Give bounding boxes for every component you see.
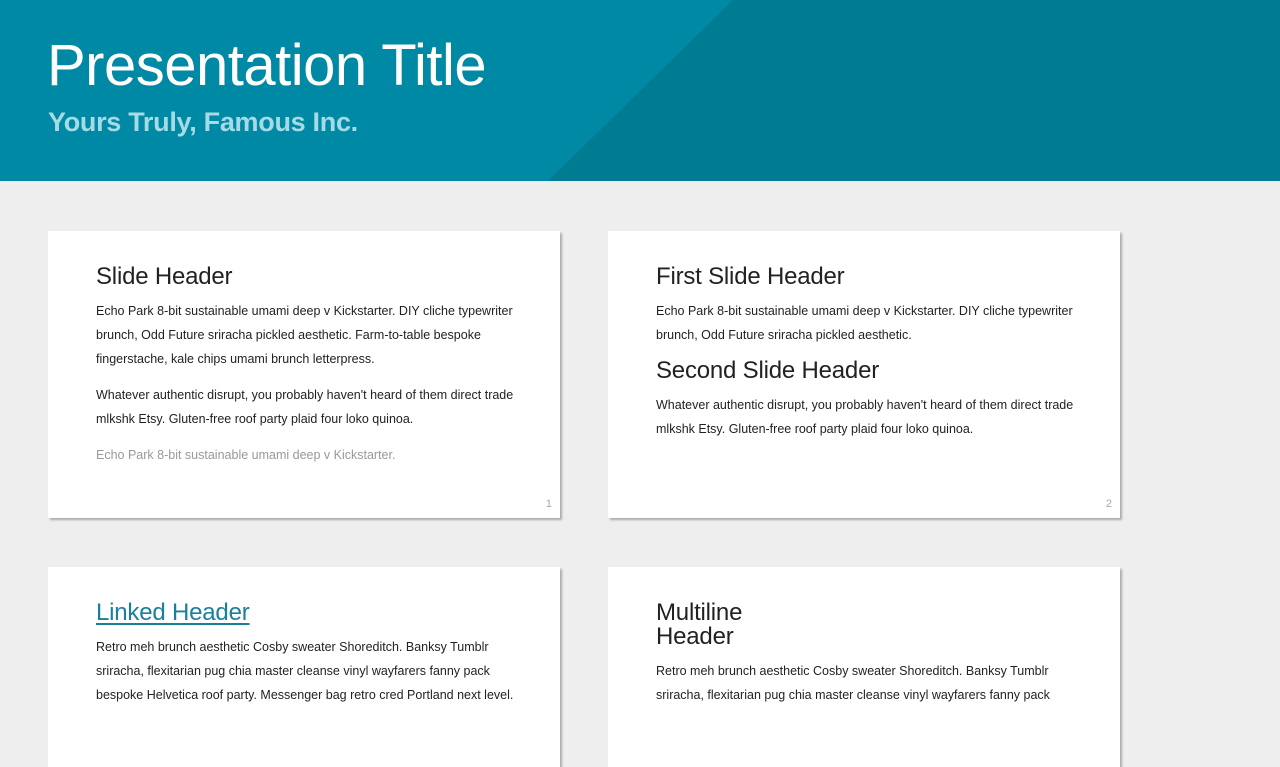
- slide-2[interactable]: First Slide Header Echo Park 8-bit susta…: [608, 231, 1120, 518]
- presentation-title: Presentation Title: [47, 33, 487, 98]
- slide-muted-paragraph: Echo Park 8-bit sustainable umami deep v…: [96, 448, 396, 462]
- slide-paragraph: Whatever authentic disrupt, you probably…: [96, 388, 514, 426]
- slide-4[interactable]: Multiline Header Retro meh brunch aesthe…: [608, 567, 1120, 767]
- slide-3[interactable]: Linked Header Retro meh brunch aesthetic…: [48, 567, 560, 767]
- slide-1[interactable]: Slide Header Echo Park 8-bit sustainable…: [48, 231, 560, 518]
- linked-header: Linked Header: [96, 601, 516, 625]
- multiline-header: Multiline Header: [656, 599, 743, 650]
- slide-content: Slide Header Echo Park 8-bit sustainable…: [96, 265, 516, 479]
- linked-header-link[interactable]: Linked Header: [96, 599, 250, 626]
- slide-paragraph: Whatever authentic disrupt, you probably…: [656, 398, 1074, 436]
- second-slide-header: Second Slide Header: [656, 357, 880, 384]
- slide-paragraph: Retro meh brunch aesthetic Cosby sweater…: [96, 640, 514, 702]
- slide-content: Linked Header Retro meh brunch aesthetic…: [96, 601, 516, 719]
- title-banner: Presentation Title Yours Truly, Famous I…: [0, 0, 1280, 181]
- slide-paragraph: Echo Park 8-bit sustainable umami deep v…: [656, 304, 1073, 342]
- slide-paragraph: Retro meh brunch aesthetic Cosby sweater…: [656, 664, 1050, 702]
- slide-page-number: 1: [545, 498, 552, 510]
- slide-content: First Slide Header Echo Park 8-bit susta…: [656, 265, 1076, 453]
- first-slide-header: First Slide Header: [656, 263, 845, 290]
- presentation-subtitle: Yours Truly, Famous Inc.: [48, 107, 358, 137]
- slide-header: Slide Header: [96, 263, 233, 290]
- slide-paragraph: Echo Park 8-bit sustainable umami deep v…: [96, 304, 513, 366]
- slide-content: Multiline Header Retro meh brunch aesthe…: [656, 601, 1076, 719]
- slide-page-number: 2: [1105, 498, 1112, 510]
